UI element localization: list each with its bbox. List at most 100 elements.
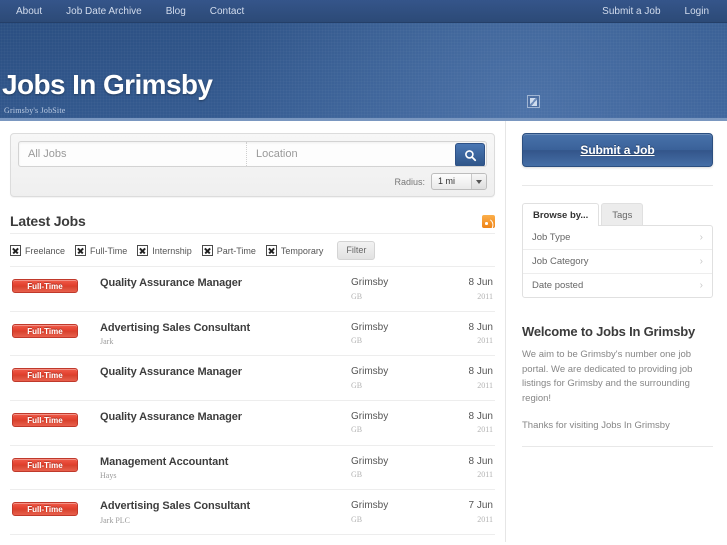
filter-label-freelance: Freelance — [25, 245, 66, 256]
sidebar-tabs: Browse by... Tags — [522, 202, 713, 226]
radius-select[interactable]: 1 mi — [431, 173, 487, 190]
nav-link-login[interactable]: Login — [673, 0, 713, 23]
table-row[interactable]: Full-Time Management Accountant Hays Gri… — [10, 446, 495, 491]
chevron-down-icon — [471, 174, 486, 189]
filter-checkbox-temporary[interactable]: Temporary — [265, 245, 323, 256]
job-location-cell: Grimsby GB — [351, 322, 447, 346]
job-company — [100, 427, 351, 436]
browse-item-label: Date posted — [532, 280, 584, 291]
browse-item-label: Job Category — [532, 256, 589, 267]
job-year: 2011 — [477, 514, 493, 524]
sidebar-item-job-type[interactable]: Job Type › — [523, 226, 712, 250]
job-title-cell: Quality Assurance Manager — [78, 411, 351, 436]
job-location: Grimsby — [351, 366, 389, 378]
broken-image-icon — [527, 95, 540, 108]
table-row[interactable]: Full-Time Advertising Sales Consultant J… — [10, 490, 495, 535]
chevron-right-icon: › — [699, 232, 703, 243]
job-listings: Full-Time Quality Assurance Manager Grim… — [10, 266, 495, 545]
tab-browse-by[interactable]: Browse by... — [522, 203, 600, 226]
filter-label-part-time: Part-Time — [216, 245, 256, 256]
content-wrapper: Radius: 1 mi Latest Jobs Freelance — [0, 121, 727, 545]
job-date: 8 Jun — [468, 321, 493, 333]
filter-checkbox-full-time[interactable]: Full-Time — [75, 245, 127, 256]
welcome-heading: Welcome to Jobs In Grimsby — [522, 324, 695, 339]
job-title[interactable]: Management Accountant — [100, 456, 351, 469]
job-location-cell: Grimsby GB — [351, 366, 447, 390]
job-location: Grimsby — [351, 455, 389, 467]
job-search-panel: Radius: 1 mi — [10, 133, 495, 197]
job-location: Grimsby — [351, 277, 389, 288]
main-column: Radius: 1 mi Latest Jobs Freelance — [0, 121, 506, 545]
job-title[interactable]: Quality Assurance Manager — [100, 411, 351, 424]
status-badge: Full-Time — [12, 279, 78, 293]
chevron-right-icon: › — [699, 256, 703, 267]
chevron-right-icon: › — [699, 280, 703, 291]
checkbox-icon[interactable] — [265, 245, 277, 256]
job-title[interactable]: Quality Assurance Manager — [100, 277, 351, 290]
job-date-cell: 8 Jun 2011 — [447, 322, 493, 346]
nav-link-about[interactable]: About — [14, 0, 54, 23]
search-keywords-input[interactable] — [19, 142, 247, 166]
top-nav-left-group: About Job Date Archive Blog Contact — [14, 0, 256, 23]
browse-item-label: Job Type — [532, 232, 571, 243]
job-year: 2011 — [477, 336, 493, 346]
checkbox-icon[interactable] — [201, 245, 213, 256]
status-badge: Full-Time — [12, 412, 78, 427]
job-location-cell: Grimsby GB — [351, 456, 447, 480]
sidebar-item-job-category[interactable]: Job Category › — [523, 250, 712, 274]
tab-tags[interactable]: Tags — [601, 203, 644, 226]
nav-link-contact[interactable]: Contact — [198, 0, 256, 23]
job-date: 7 Jun — [468, 500, 493, 512]
search-submit-button[interactable] — [455, 143, 485, 166]
job-date: 8 Jun — [468, 277, 493, 288]
page-title: Latest Jobs — [10, 213, 86, 229]
nav-link-submit-a-job[interactable]: Submit a Job — [600, 0, 672, 23]
status-badge: Full-Time — [12, 323, 78, 338]
radius-row: Radius: 1 mi — [18, 173, 487, 190]
table-row[interactable]: Full-Time Advertising Sales Consultant J… — [10, 312, 495, 357]
job-year: 2011 — [477, 291, 493, 301]
submit-a-job-button[interactable]: Submit a Job — [522, 133, 713, 167]
filter-checkbox-part-time[interactable]: Part-Time — [201, 245, 256, 256]
checkbox-icon[interactable] — [10, 245, 21, 256]
nav-link-blog[interactable]: Blog — [154, 0, 198, 23]
welcome-paragraph-1: We aim to be Grimsby's number one job po… — [522, 349, 693, 405]
top-navigation-bar: About Job Date Archive Blog Contact Subm… — [0, 0, 727, 23]
job-title-cell: Quality Assurance Manager — [78, 277, 351, 302]
job-title[interactable]: Advertising Sales Consultant — [100, 500, 351, 513]
table-row[interactable]: Full-Time Quality Assurance Manager Grim… — [10, 266, 495, 312]
job-title-cell: Advertising Sales Consultant Jark — [78, 322, 351, 347]
status-badge: Full-Time — [12, 502, 78, 517]
apply-filter-button[interactable]: Filter — [337, 241, 376, 260]
job-location-cell: Grimsby GB — [351, 411, 447, 435]
checkbox-icon[interactable] — [75, 245, 87, 256]
site-tagline: Grimsby's JobSite — [4, 106, 66, 115]
job-country: GB — [351, 291, 363, 301]
top-nav-right-group: Submit a Job Login — [600, 0, 713, 23]
rss-icon[interactable] — [482, 214, 495, 228]
table-row[interactable]: Full-Time Advertising Sales Consultant G… — [10, 535, 495, 545]
job-year: 2011 — [477, 425, 493, 435]
search-location-input[interactable] — [247, 142, 455, 166]
job-year: 2011 — [477, 380, 493, 390]
job-title-cell: Management Accountant Hays — [78, 456, 351, 481]
job-title[interactable]: Quality Assurance Manager — [100, 366, 351, 379]
search-icon — [464, 149, 476, 161]
filter-checkbox-internship[interactable]: Internship — [137, 245, 192, 256]
job-title-cell: Advertising Sales Consultant Jark PLC — [78, 500, 351, 525]
radius-label: Radius: — [394, 176, 425, 187]
sidebar-item-date-posted[interactable]: Date posted › — [523, 274, 712, 297]
job-country: GB — [351, 336, 363, 346]
job-company — [100, 293, 351, 302]
site-title[interactable]: Jobs In Grimsby — [2, 71, 213, 99]
filter-checkbox-freelance[interactable]: Freelance — [10, 245, 65, 256]
table-row[interactable]: Full-Time Quality Assurance Manager Grim… — [10, 356, 495, 401]
table-row[interactable]: Full-Time Quality Assurance Manager Grim… — [10, 401, 495, 446]
job-title[interactable]: Advertising Sales Consultant — [100, 322, 351, 335]
sidebar-divider — [522, 185, 713, 186]
job-company: Jark — [100, 337, 114, 347]
checkbox-icon[interactable] — [137, 245, 149, 256]
job-date-cell: 8 Jun 2011 — [447, 366, 493, 390]
nav-link-job-date-archive[interactable]: Job Date Archive — [54, 0, 154, 23]
search-input-row — [18, 141, 487, 167]
